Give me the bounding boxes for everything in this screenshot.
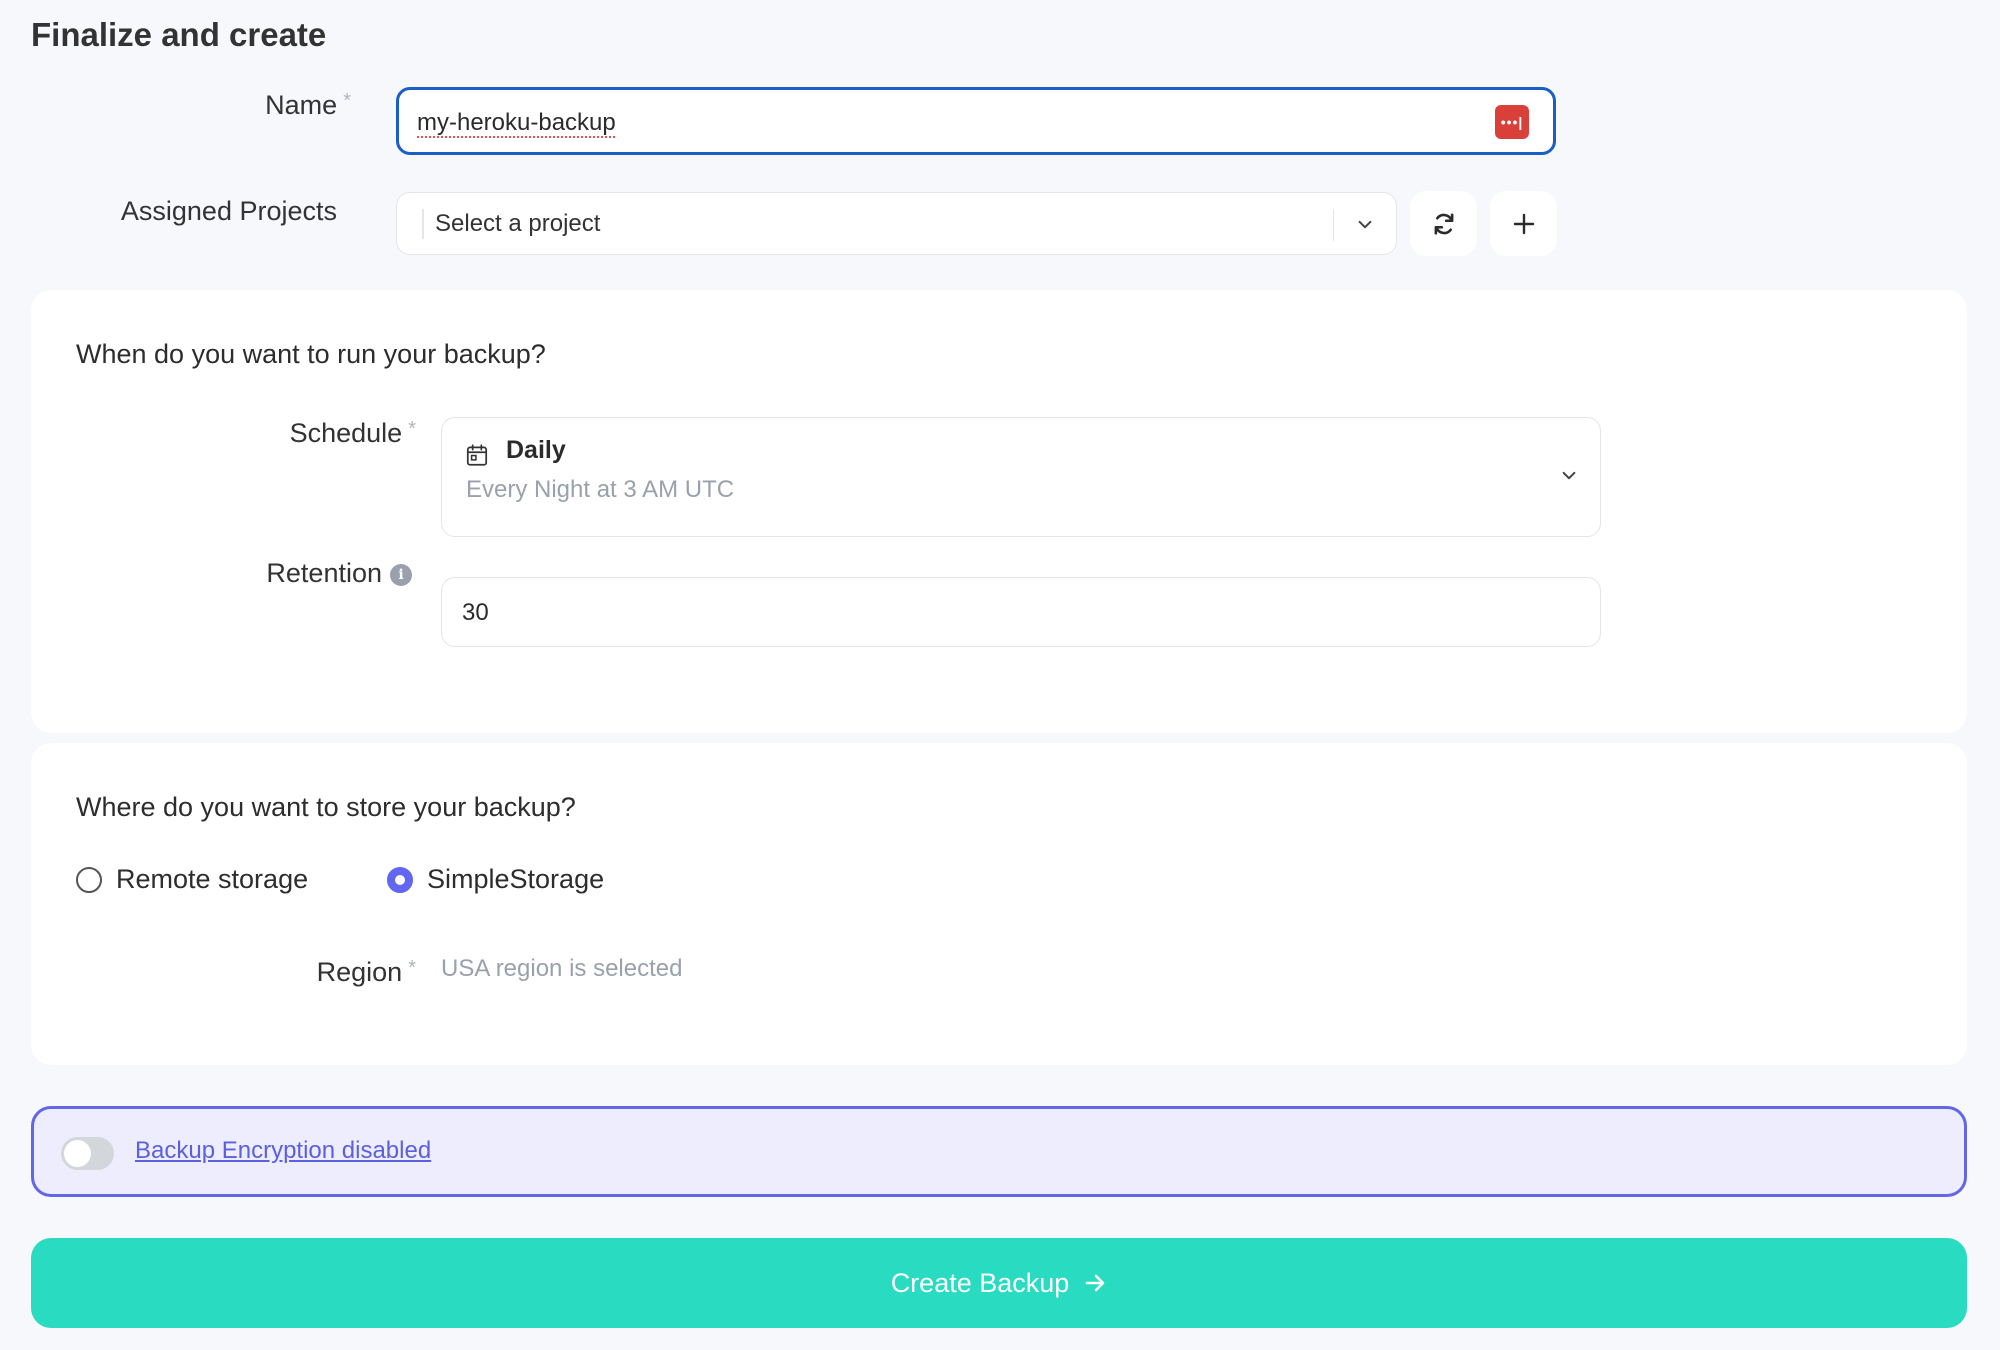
storage-card-title: Where do you want to store your backup? [76, 792, 576, 822]
required-marker: * [408, 418, 416, 440]
radio-circle[interactable] [76, 866, 102, 893]
region-label: Region * [317, 957, 416, 988]
schedule-label-text: Schedule [289, 418, 403, 448]
encryption-panel: Backup Encryption disabled [31, 1106, 1967, 1197]
select-separator [1332, 209, 1334, 241]
encryption-toggle[interactable] [61, 1137, 114, 1170]
input-caret-divider [422, 209, 424, 239]
schedule-label: Schedule * [290, 418, 416, 449]
retention-value[interactable]: 30 [462, 599, 489, 627]
chevron-down-icon[interactable] [1556, 462, 1582, 488]
region-label-text: Region [316, 957, 403, 987]
plus-icon [1513, 213, 1534, 234]
name-label-text: Name [265, 90, 338, 120]
add-project-button[interactable] [1490, 191, 1557, 256]
name-input[interactable]: my-heroku-backup •••| [396, 87, 1556, 155]
assigned-projects-label: Assigned Projects [120, 196, 337, 226]
lastpass-icon[interactable]: •••| [1495, 105, 1529, 139]
retention-input[interactable]: 30 [441, 577, 1601, 647]
radio-label: SimpleStorage [427, 864, 605, 894]
toggle-knob [64, 1140, 91, 1167]
region-value: USA region is selected [441, 955, 683, 982]
page-title: Finalize and create [31, 16, 327, 53]
project-select-placeholder: Select a project [435, 210, 601, 237]
retention-label: Retention i [266, 558, 412, 589]
radio-simplestorage[interactable]: SimpleStorage [387, 864, 604, 895]
create-backup-label: Create Backup [890, 1267, 1070, 1298]
project-select[interactable]: Select a project [396, 192, 1397, 255]
radio-remote-storage[interactable]: Remote storage [76, 864, 308, 895]
refresh-icon [1434, 212, 1453, 235]
encryption-link[interactable]: Backup Encryption disabled [135, 1137, 431, 1165]
schedule-card-title: When do you want to run your backup? [76, 339, 546, 369]
refresh-projects-button[interactable] [1410, 191, 1477, 256]
radio-circle-selected[interactable] [387, 866, 413, 893]
arrow-right-icon [1085, 1274, 1105, 1292]
name-input-value[interactable]: my-heroku-backup [417, 109, 616, 137]
required-marker: * [408, 957, 416, 979]
required-marker: * [343, 90, 351, 112]
info-icon[interactable]: i [390, 563, 412, 586]
schedule-card: When do you want to run your backup? Sch… [31, 290, 1967, 733]
storage-card: Where do you want to store your backup? … [31, 743, 1967, 1065]
calendar-icon [466, 444, 488, 466]
chevron-down-icon[interactable] [1352, 211, 1378, 237]
radio-label: Remote storage [116, 864, 309, 894]
schedule-value: Daily [506, 436, 566, 464]
schedule-select[interactable]: Daily Every Night at 3 AM UTC [441, 417, 1601, 537]
retention-label-text: Retention [266, 558, 382, 588]
create-backup-button[interactable]: Create Backup [31, 1238, 1967, 1328]
name-label: Name * [265, 90, 351, 121]
schedule-description: Every Night at 3 AM UTC [466, 476, 735, 503]
